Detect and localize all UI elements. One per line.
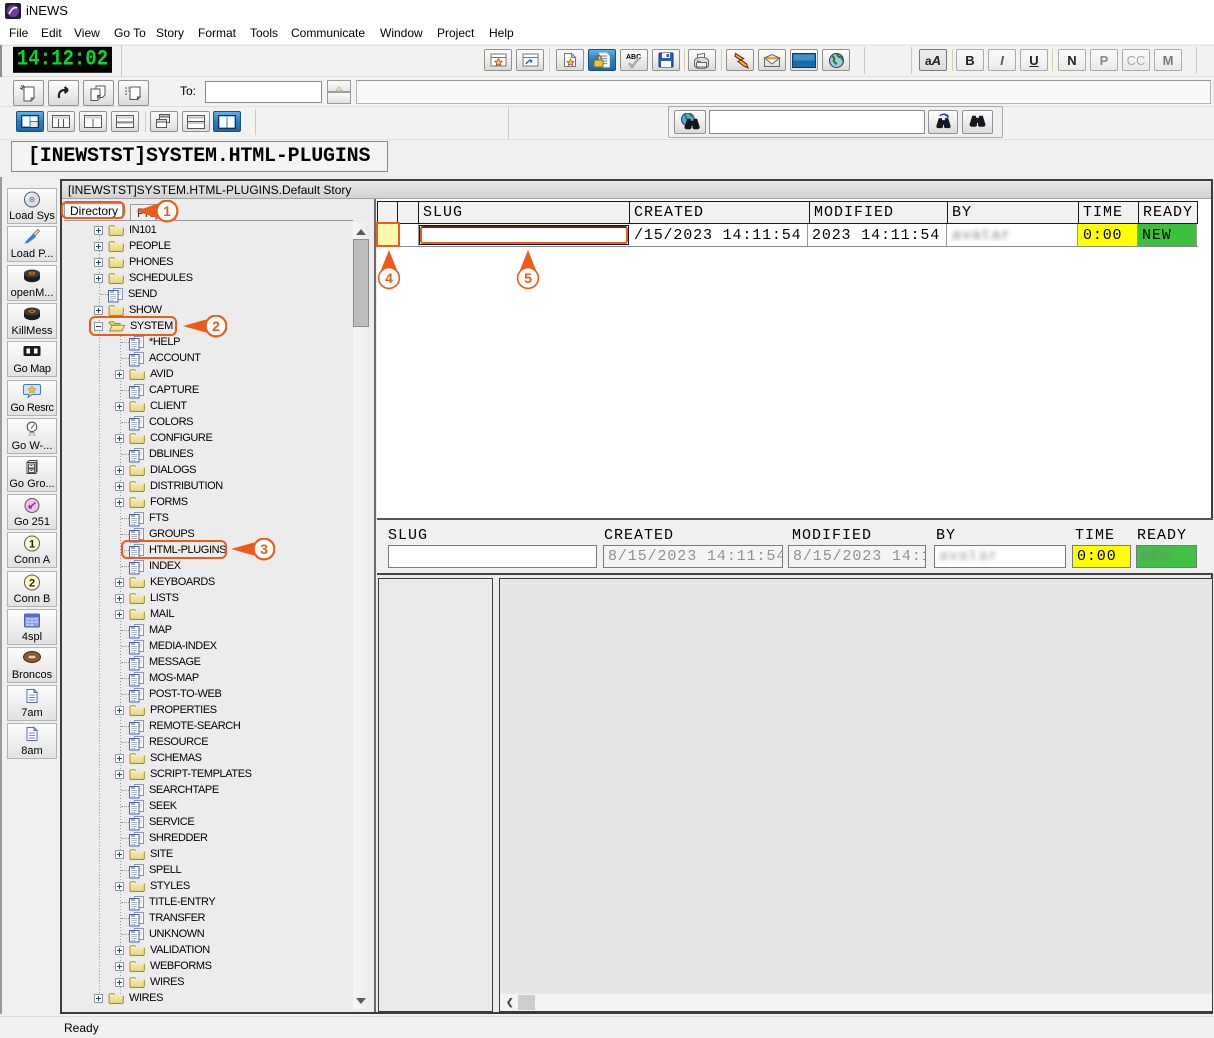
svg-text:1: 1	[29, 539, 35, 551]
svg-text:2: 2	[29, 578, 35, 590]
svg-text:4: 4	[385, 270, 393, 286]
svg-text:3: 3	[260, 541, 268, 557]
svg-text:1: 1	[163, 203, 171, 219]
svg-text:2: 2	[212, 318, 220, 334]
svg-text:5: 5	[524, 270, 532, 286]
